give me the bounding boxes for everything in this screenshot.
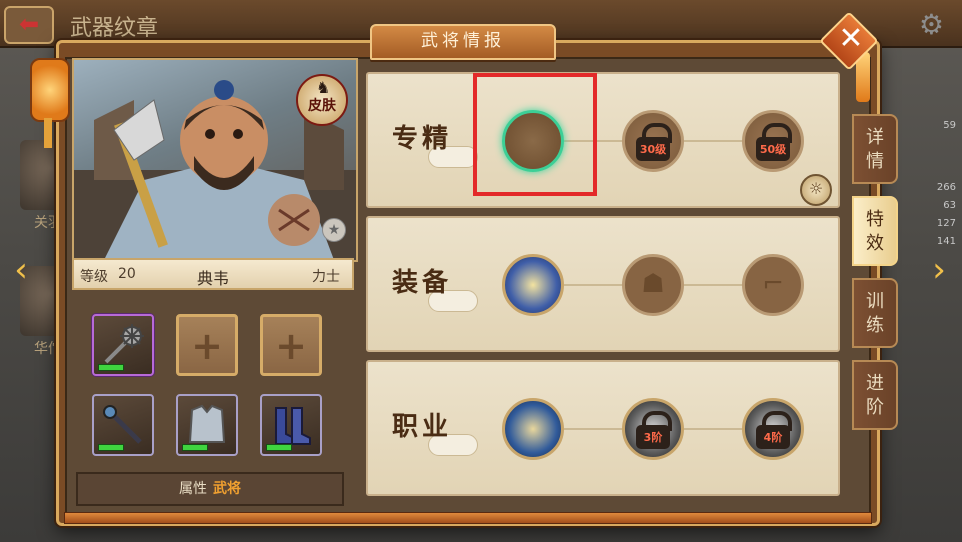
tab-details[interactable]: 详 情 — [852, 114, 898, 184]
horn-icon[interactable] — [502, 398, 564, 460]
background-stat: 63 — [943, 200, 956, 211]
quality-bar — [98, 444, 124, 451]
sword-slash-icon[interactable] — [502, 254, 564, 316]
specialty-node-30[interactable]: 30级 — [622, 110, 684, 172]
plus-icon: + — [275, 324, 307, 368]
boot-glyph: ⌐ — [762, 269, 784, 299]
attribute-strip: 属性 武将 — [76, 472, 344, 506]
hero-info-strip: 等级 20 典韦 力士 — [72, 258, 354, 290]
background-title: 武器纹章 — [70, 16, 159, 41]
profession-title: 职业 — [392, 412, 453, 442]
star-icon[interactable]: ★ — [322, 218, 346, 242]
staff-icon — [103, 405, 142, 444]
equipment-panel: 装备 ☗ ⌐ — [366, 216, 840, 352]
armor-icon — [188, 404, 226, 443]
equipment-slot-weapon[interactable] — [92, 314, 154, 376]
tab-label: 详 情 — [866, 127, 884, 172]
dialog-title: 武将情报 — [370, 24, 556, 60]
background-stat: 266 — [936, 182, 956, 193]
specialty-node-50[interactable]: 50级 — [742, 110, 804, 172]
tab-training[interactable]: 训 练 — [852, 278, 898, 348]
tab-label: 特 效 — [866, 209, 884, 254]
quality-bar — [266, 444, 292, 451]
back-arrow-icon[interactable]: ⬅ — [4, 6, 54, 44]
quality-bar — [182, 444, 208, 451]
close-icon[interactable]: ✕ — [836, 20, 866, 58]
tab-special-effects[interactable]: 特 效 — [852, 196, 898, 266]
hero-class: 力士 — [312, 269, 340, 285]
next-arrow-icon[interactable]: › — [928, 248, 950, 292]
highlight-box — [473, 73, 597, 196]
profession-node-4[interactable]: 4阶 — [742, 398, 804, 460]
hero-name: 典韦 — [196, 269, 229, 288]
equipment-slot-empty[interactable]: + — [260, 314, 322, 376]
equipment-slot-boots[interactable] — [260, 394, 322, 456]
skin-avatar-icon: ♞ — [316, 78, 331, 97]
lock-level-label: 4阶 — [763, 431, 783, 444]
spiked-mace-icon — [104, 324, 144, 364]
helmet-glyph: ☗ — [641, 269, 665, 299]
equipment-slot-armor[interactable] — [176, 394, 238, 456]
equipment-slot-staff[interactable] — [92, 394, 154, 456]
tab-advance[interactable]: 进 阶 — [852, 360, 898, 430]
previous-arrow-icon[interactable]: ‹ — [10, 248, 32, 292]
quality-bar — [98, 364, 124, 371]
lock-level-label: 3阶 — [643, 431, 663, 444]
profession-node-3[interactable]: 3阶 — [622, 398, 684, 460]
lock-level-label: 50级 — [759, 143, 787, 156]
background-stat: 141 — [936, 236, 956, 247]
background-stat: 127 — [936, 218, 956, 229]
emblem-icon[interactable]: ☼ — [800, 174, 832, 206]
dialog-bottom-trim — [64, 512, 872, 524]
equipment-slot-empty[interactable]: + — [176, 314, 238, 376]
equipment-title: 装备 — [392, 268, 453, 298]
attribute-label: 属性 — [179, 481, 207, 497]
specialty-panel: 专精 30级 50级 — [366, 72, 840, 208]
boot-icon[interactable]: ⌐ — [742, 254, 804, 316]
helmet-icon[interactable]: ☗ — [622, 254, 684, 316]
profession-panel: 职业 3阶 4阶 — [366, 360, 840, 496]
gear-icon[interactable]: ⚙ — [919, 8, 944, 41]
background-stat: 59 — [943, 120, 956, 131]
boots-icon — [275, 407, 311, 445]
attribute-value: 武将 — [213, 481, 241, 497]
plus-icon: + — [191, 324, 223, 368]
specialty-title: 专精 — [392, 124, 453, 154]
lantern-decoration — [30, 58, 70, 122]
tab-label: 训 练 — [866, 291, 884, 336]
tab-label: 进 阶 — [866, 373, 884, 418]
lock-level-label: 30级 — [639, 143, 667, 156]
lantern-tassel-decoration — [44, 118, 52, 148]
